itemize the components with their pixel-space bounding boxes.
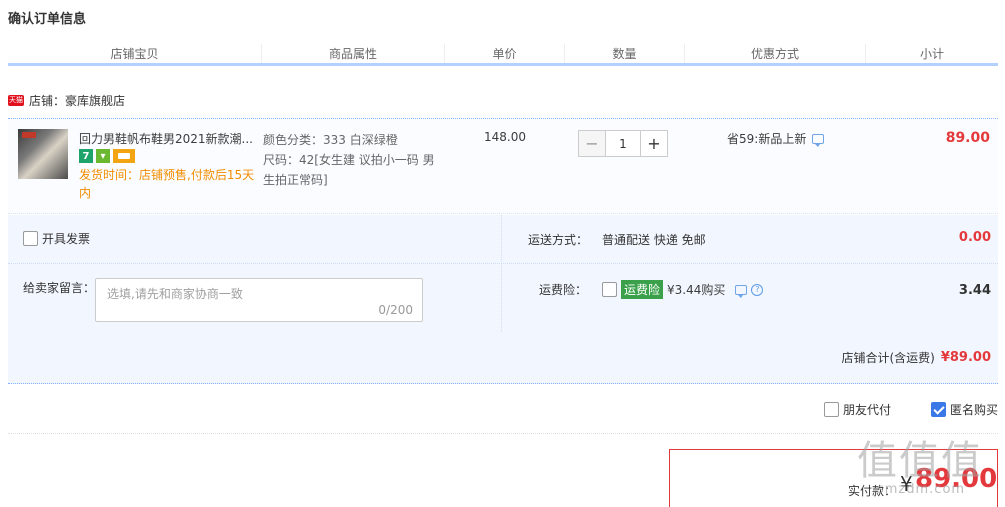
pay-currency: ¥ bbox=[900, 472, 913, 496]
promotion: 省59:新品上新 bbox=[727, 130, 825, 147]
insurance-fee: 3.44 bbox=[958, 283, 991, 298]
quantity-stepper: − + bbox=[578, 130, 668, 157]
panel-horizontal-divider bbox=[8, 263, 998, 264]
purchase-options: 朋友代付 匿名购买 bbox=[823, 401, 998, 418]
insurance-price-text: ¥3.44购买 bbox=[667, 283, 726, 297]
insurance-chat-icon[interactable] bbox=[735, 284, 748, 298]
order-item-row: 回力男鞋帆布鞋男2021新款潮... 7 ▾ 发货时间：店铺预售,付款后15天内… bbox=[8, 120, 998, 214]
service-icons: 7 ▾ bbox=[79, 149, 135, 163]
shop-divider bbox=[8, 118, 998, 119]
insurance-checkbox[interactable] bbox=[602, 282, 617, 297]
seven-day-return-icon[interactable]: 7 bbox=[79, 149, 93, 163]
friend-pay-label: 朋友代付 bbox=[842, 403, 891, 417]
tmall-icon: 天猫 bbox=[8, 94, 24, 106]
payment-summary: 实付款： ¥ 89.00 bbox=[669, 449, 998, 507]
attr-size: 尺码：42[女生建 议拍小一码 男生拍正常码] bbox=[263, 153, 435, 187]
anonymous-checkbox[interactable] bbox=[930, 402, 946, 417]
shop-total-label: 店铺合计(含运费) bbox=[841, 351, 935, 365]
col-subtotal: 小计 bbox=[919, 47, 944, 61]
page-title: 确认订单信息 bbox=[8, 12, 87, 27]
friend-pay-option[interactable]: 朋友代付 bbox=[823, 401, 891, 418]
message-placeholder: 选填,请先和商家协商一致 bbox=[107, 287, 243, 301]
anonymous-label: 匿名购买 bbox=[949, 403, 998, 417]
shipping-method-label: 运送方式： bbox=[528, 233, 589, 247]
promotion-text: 省59:新品上新 bbox=[727, 132, 807, 146]
gift-service-icon[interactable]: ▾ bbox=[96, 149, 110, 163]
anonymous-option[interactable]: 匿名购买 bbox=[930, 401, 998, 418]
pay-amount: 89.00 bbox=[915, 464, 998, 494]
quantity-input[interactable] bbox=[606, 130, 640, 157]
shipping-fee: 0.00 bbox=[958, 230, 991, 245]
invoice-option[interactable]: 开具发票 bbox=[23, 230, 90, 247]
shop-total-amount: ¥89.00 bbox=[940, 350, 991, 365]
brand-tag-icon bbox=[22, 132, 36, 138]
invoice-label: 开具发票 bbox=[42, 232, 91, 246]
quantity-increase-button[interactable]: + bbox=[640, 130, 668, 157]
shop-total-bar: 店铺合计(含运费) ¥89.00 bbox=[8, 332, 998, 384]
item-subtotal: 89.00 bbox=[945, 130, 990, 146]
chat-icon[interactable] bbox=[812, 133, 825, 147]
quantity-decrease-button[interactable]: − bbox=[578, 130, 606, 157]
credit-card-icon[interactable] bbox=[113, 149, 135, 163]
shipping-time: 发货时间：店铺预售,付款后15天内 bbox=[79, 168, 255, 200]
col-attributes: 商品属性 bbox=[262, 44, 445, 63]
friend-pay-checkbox[interactable] bbox=[823, 402, 839, 417]
order-extras-panel: 开具发票 给卖家留言： 选填,请先和商家协商一致 0/200 运送方式： 普通配… bbox=[8, 215, 998, 332]
col-quantity: 数量 bbox=[565, 44, 685, 63]
product-name-link[interactable]: 回力男鞋帆布鞋男2021新款潮... bbox=[79, 130, 257, 147]
insurance-option: 运费险 ¥3.44购买 ? bbox=[602, 280, 764, 299]
product-thumbnail[interactable] bbox=[18, 129, 68, 179]
shipping-method-value: 普通配送 快递 免邮 bbox=[602, 233, 706, 247]
col-unit-price: 单价 bbox=[445, 44, 565, 63]
help-icon[interactable]: ? bbox=[751, 283, 764, 296]
unit-price: 148.00 bbox=[484, 130, 526, 144]
pay-label: 实付款： bbox=[848, 484, 897, 498]
insurance-tag: 运费险 bbox=[621, 280, 664, 299]
col-shop-item: 店铺宝贝 bbox=[8, 44, 262, 63]
section-divider bbox=[8, 433, 998, 434]
invoice-checkbox[interactable] bbox=[23, 231, 38, 246]
message-label: 给卖家留言： bbox=[23, 281, 96, 295]
insurance-label: 运费险： bbox=[539, 283, 588, 297]
product-attributes: 颜色分类：333 白深绿橙 尺码：42[女生建 议拍小一码 男生拍正常码] bbox=[263, 130, 443, 190]
shop-name[interactable]: 店铺：豪库旗舰店 bbox=[29, 92, 125, 109]
col-promotion: 优惠方式 bbox=[685, 44, 866, 63]
message-textarea[interactable]: 选填,请先和商家协商一致 0/200 bbox=[95, 278, 423, 322]
panel-vertical-divider bbox=[501, 215, 502, 332]
attr-color: 颜色分类：333 白深绿橙 bbox=[263, 133, 398, 147]
table-header: 店铺宝贝 商品属性 单价 数量 优惠方式 小计 bbox=[8, 44, 998, 66]
shop-info: 天猫 店铺：豪库旗舰店 bbox=[8, 92, 125, 108]
message-counter: 0/200 bbox=[378, 303, 413, 317]
